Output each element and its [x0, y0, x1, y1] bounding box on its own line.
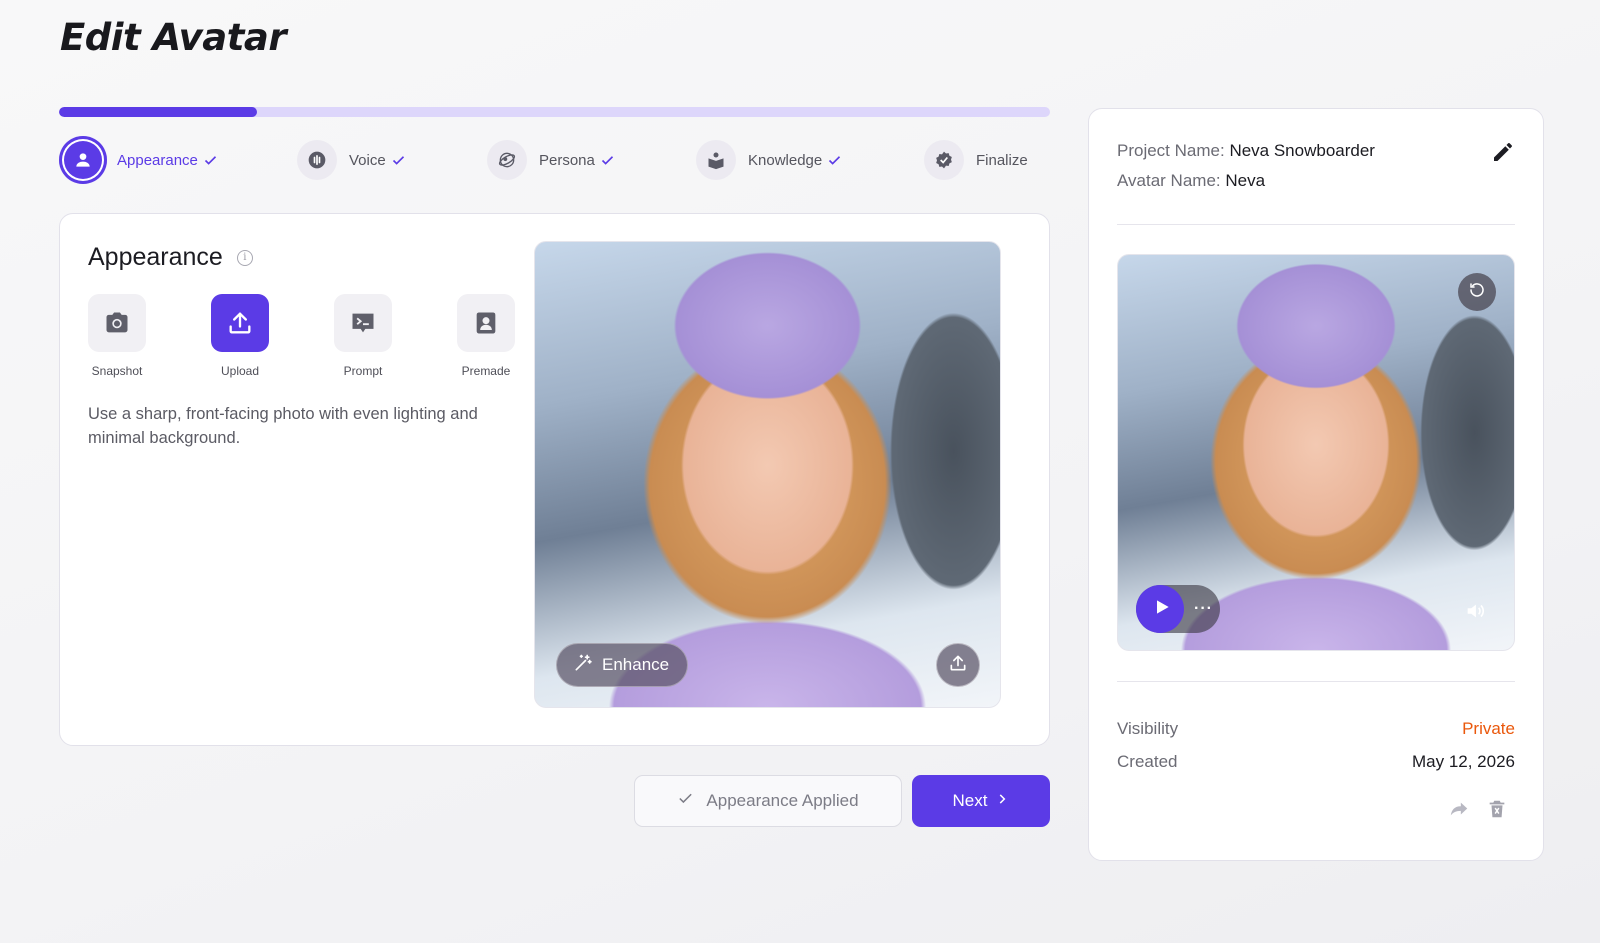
step-label: Persona: [539, 151, 595, 169]
terminal-chat-icon: [334, 294, 392, 352]
tool-label: Upload: [220, 364, 260, 378]
prompt-tool[interactable]: Prompt: [334, 294, 392, 378]
tool-label: Prompt: [343, 364, 383, 378]
project-name-value: Neva Snowboarder: [1229, 141, 1375, 160]
premade-tool[interactable]: Premade: [457, 294, 515, 378]
visibility-value[interactable]: Private: [1462, 719, 1515, 739]
avatar-photo: Enhance: [534, 241, 1001, 708]
book-icon: [696, 140, 736, 180]
tool-label: Snapshot: [91, 364, 143, 378]
divider: [1117, 224, 1515, 225]
step-label: Appearance: [117, 151, 198, 169]
replace-photo-button[interactable]: [936, 643, 980, 687]
user-icon: [59, 136, 107, 184]
avatar-name-value: Neva: [1225, 171, 1266, 190]
tool-label: Premade: [461, 364, 511, 378]
rotate-ccw-icon: [1468, 281, 1486, 304]
photo-hint: Use a sharp, front-facing photo with eve…: [88, 405, 478, 447]
reset-button[interactable]: [1458, 273, 1496, 311]
camera-icon: [88, 294, 146, 352]
step-appearance[interactable]: Appearance: [59, 136, 218, 184]
source-tools: Snapshot Upload Prompt Premade: [88, 294, 515, 378]
check-icon: [391, 153, 406, 168]
project-name-key: Project Name:: [1117, 141, 1225, 160]
pencil-icon[interactable]: [1491, 140, 1515, 164]
appearance-card: Appearance i Snapshot Upload Prompt Prem…: [59, 213, 1050, 746]
avatar-name-key: Avatar Name:: [1117, 171, 1221, 190]
next-button[interactable]: Next: [912, 775, 1050, 827]
project-name-row: Project Name: Neva Snowboarder: [1117, 141, 1375, 161]
next-label: Next: [952, 791, 988, 810]
chevron-right-icon: [987, 791, 1009, 811]
info-icon[interactable]: i: [236, 249, 253, 266]
step-knowledge[interactable]: Knowledge: [696, 136, 842, 184]
badge-check-icon: [924, 140, 964, 180]
created-row: Created May 12, 2026: [1117, 752, 1515, 772]
appearance-header: Appearance i: [88, 243, 253, 272]
check-icon: [203, 153, 218, 168]
progress-bar: [59, 107, 1050, 117]
enhance-button[interactable]: Enhance: [556, 643, 689, 687]
created-key: Created: [1117, 752, 1178, 771]
waveform-icon: [297, 140, 337, 180]
check-icon: [827, 153, 842, 168]
trash-icon[interactable]: [1486, 798, 1508, 820]
page-title: Edit Avatar: [60, 16, 287, 59]
upload-icon: [211, 294, 269, 352]
divider: [1117, 681, 1515, 682]
avatar-name-row: Avatar Name: Neva: [1117, 171, 1265, 191]
preview-player: ···: [1136, 585, 1220, 633]
upload-tool[interactable]: Upload: [211, 294, 269, 378]
portrait-icon: [457, 294, 515, 352]
visibility-row: Visibility Private: [1117, 719, 1515, 739]
persona-icon: [487, 140, 527, 180]
progress-bar-fill: [59, 107, 258, 117]
step-persona[interactable]: Persona: [487, 136, 615, 184]
stepper: Appearance Voice Persona Knowledge Final…: [59, 136, 1050, 186]
play-icon: [1149, 597, 1172, 622]
step-voice[interactable]: Voice: [297, 136, 406, 184]
check-icon: [600, 153, 615, 168]
step-label: Knowledge: [748, 151, 823, 169]
step-label: Finalize: [976, 151, 1028, 169]
step-finalize[interactable]: Finalize: [924, 136, 1028, 184]
appearance-applied-button: Appearance Applied: [634, 775, 902, 827]
share-icon[interactable]: [1448, 798, 1470, 820]
play-button[interactable]: [1136, 585, 1184, 633]
volume-icon[interactable]: [1464, 600, 1486, 622]
more-options-button[interactable]: ···: [1194, 600, 1213, 618]
magic-wand-icon: [573, 653, 602, 678]
visibility-key: Visibility: [1117, 719, 1179, 738]
step-label: Voice: [349, 151, 386, 169]
avatar-preview: ···: [1117, 254, 1515, 651]
upload-icon: [948, 653, 968, 678]
section-title: Appearance: [88, 243, 223, 271]
check-icon: [677, 790, 706, 812]
created-value: May 12, 2026: [1411, 752, 1515, 771]
enhance-label: Enhance: [602, 655, 670, 674]
avatar-summary-card: Project Name: Neva Snowboarder Avatar Na…: [1088, 108, 1544, 861]
applied-label: Appearance Applied: [706, 791, 859, 810]
snapshot-tool[interactable]: Snapshot: [88, 294, 146, 378]
